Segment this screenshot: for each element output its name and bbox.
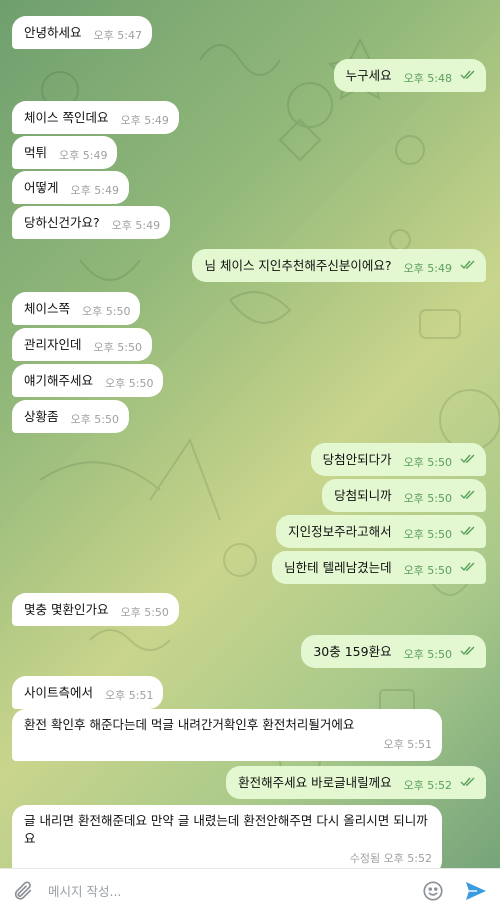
- message-bubble[interactable]: 얘기해주세요 오후 5:50: [12, 364, 164, 397]
- message-time: 오후 5:50: [105, 376, 154, 390]
- message-text: 지인정보주라고해서: [288, 523, 392, 539]
- message-text: 환전해주세요 바로글내릴께요: [238, 774, 392, 790]
- message-text: 당첨안되다가: [322, 451, 392, 467]
- message-bubble[interactable]: 당하신건가요? 오후 5:49: [12, 206, 171, 239]
- double-check-icon: [460, 559, 476, 577]
- message-time: 오후 5:50: [403, 455, 453, 469]
- message-text: 얘기해주세요: [24, 372, 94, 388]
- message-text: 상황좀: [24, 408, 59, 424]
- message-text: 당하신건가요?: [24, 214, 100, 230]
- double-check-icon: [460, 257, 476, 275]
- message-bubble[interactable]: 누구세요 오후 5:48: [333, 59, 486, 92]
- paperclip-icon[interactable]: [12, 880, 34, 906]
- message-bubble[interactable]: 먹튀 오후 5:49: [12, 136, 118, 169]
- message-time: 오후 5:49: [403, 261, 453, 275]
- message-bubble[interactable]: 님 체이스 지인추천해주신분이에요? 오후 5:49: [192, 249, 486, 282]
- message-text: 몇충 몇환인가요: [24, 601, 109, 617]
- double-check-icon: [460, 523, 476, 541]
- double-check-icon: [460, 487, 476, 505]
- message-time: 오후 5:50: [120, 605, 169, 619]
- message-time: 오후 5:50: [70, 412, 119, 426]
- message-text: 30충 159환요: [313, 643, 392, 659]
- message-time: 오후 5:48: [403, 71, 453, 85]
- message-time: 오후 5:51: [105, 688, 154, 702]
- smiley-icon[interactable]: [422, 880, 444, 906]
- message-bubble[interactable]: 30충 159환요 오후 5:50: [301, 635, 486, 668]
- message-text: 안녕하세요: [24, 24, 82, 40]
- message-bubble[interactable]: 당첨되니까 오후 5:50: [322, 479, 486, 512]
- message-text: 당첨되니까: [334, 487, 392, 503]
- message-time: 오후 5:50: [82, 304, 131, 318]
- message-time: 오후 5:49: [70, 183, 119, 197]
- double-check-icon: [460, 451, 476, 469]
- message-text: 환전 확인후 해준다는데 먹글 내려간거확인후 환전처리될거에요: [24, 717, 355, 732]
- message-bubble[interactable]: 관리자인데 오후 5:50: [12, 328, 152, 361]
- message-time: 오후 5:50: [403, 491, 453, 505]
- message-text: 님 체이스 지인추천해주신분이에요?: [204, 257, 392, 273]
- message-list[interactable]: 안녕하세요 오후 5:47 누구세요 오후 5:48 체이스 쪽인데요 오후 5…: [0, 0, 500, 875]
- message-bubble[interactable]: 체이스 쪽인데요 오후 5:49: [12, 101, 179, 134]
- message-bubble[interactable]: 지인정보주라고해서 오후 5:50: [276, 515, 486, 548]
- message-bubble[interactable]: 환전해주세요 바로글내릴께요 오후 5:52: [226, 766, 486, 799]
- message-text: 글 내리면 환전해준데요 만약 글 내렸는데 환전안해주면 다시 올리시면 되니…: [24, 813, 428, 846]
- message-time: 오후 5:47: [93, 28, 142, 42]
- message-bubble[interactable]: 환전 확인후 해준다는데 먹글 내려간거확인후 환전처리될거에요 오후 5:51: [12, 709, 442, 761]
- message-bubble[interactable]: 체이스쪽 오후 5:50: [12, 292, 141, 325]
- message-bubble[interactable]: 몇충 몇환인가요 오후 5:50: [12, 593, 179, 626]
- message-text: 누구세요: [345, 67, 392, 83]
- message-text: 사이트측에서: [24, 684, 94, 700]
- message-bubble[interactable]: 글 내리면 환전해준데요 만약 글 내렸는데 환전안해주면 다시 올리시면 되니…: [12, 805, 442, 875]
- message-bubble[interactable]: 님한테 텔레남겼는데 오후 5:50: [272, 551, 486, 584]
- message-composer: [0, 868, 500, 913]
- message-text: 님한테 텔레남겼는데: [284, 559, 392, 575]
- send-arrow-icon[interactable]: [464, 880, 488, 906]
- message-bubble[interactable]: 안녕하세요 오후 5:47: [12, 16, 152, 49]
- message-text: 체이스쪽: [24, 300, 71, 316]
- message-time: 오후 5:49: [111, 218, 161, 232]
- message-time: 수정됨 오후 5:52: [349, 852, 432, 865]
- double-check-icon: [460, 643, 476, 661]
- message-time: 오후 5:50: [403, 647, 453, 661]
- message-time: 오후 5:50: [93, 340, 142, 354]
- double-check-icon: [460, 774, 476, 792]
- message-time: 오후 5:49: [59, 148, 108, 162]
- message-time: 오후 5:50: [403, 527, 453, 541]
- message-time: 오후 5:52: [403, 778, 453, 792]
- message-text: 체이스 쪽인데요: [24, 109, 109, 125]
- message-text: 먹튀: [24, 144, 48, 160]
- message-time: 오후 5:49: [120, 113, 169, 127]
- message-bubble[interactable]: 상황좀 오후 5:50: [12, 400, 129, 433]
- message-bubble[interactable]: 어떻게 오후 5:49: [12, 171, 129, 204]
- message-bubble[interactable]: 사이트측에서 오후 5:51: [12, 676, 164, 709]
- message-text: 어떻게: [24, 179, 59, 195]
- double-check-icon: [460, 67, 476, 85]
- message-time: 오후 5:51: [383, 738, 432, 751]
- message-bubble[interactable]: 당첨안되다가 오후 5:50: [310, 443, 486, 476]
- message-text: 관리자인데: [24, 336, 82, 352]
- message-time: 오후 5:50: [403, 563, 453, 577]
- message-input[interactable]: [48, 880, 408, 902]
